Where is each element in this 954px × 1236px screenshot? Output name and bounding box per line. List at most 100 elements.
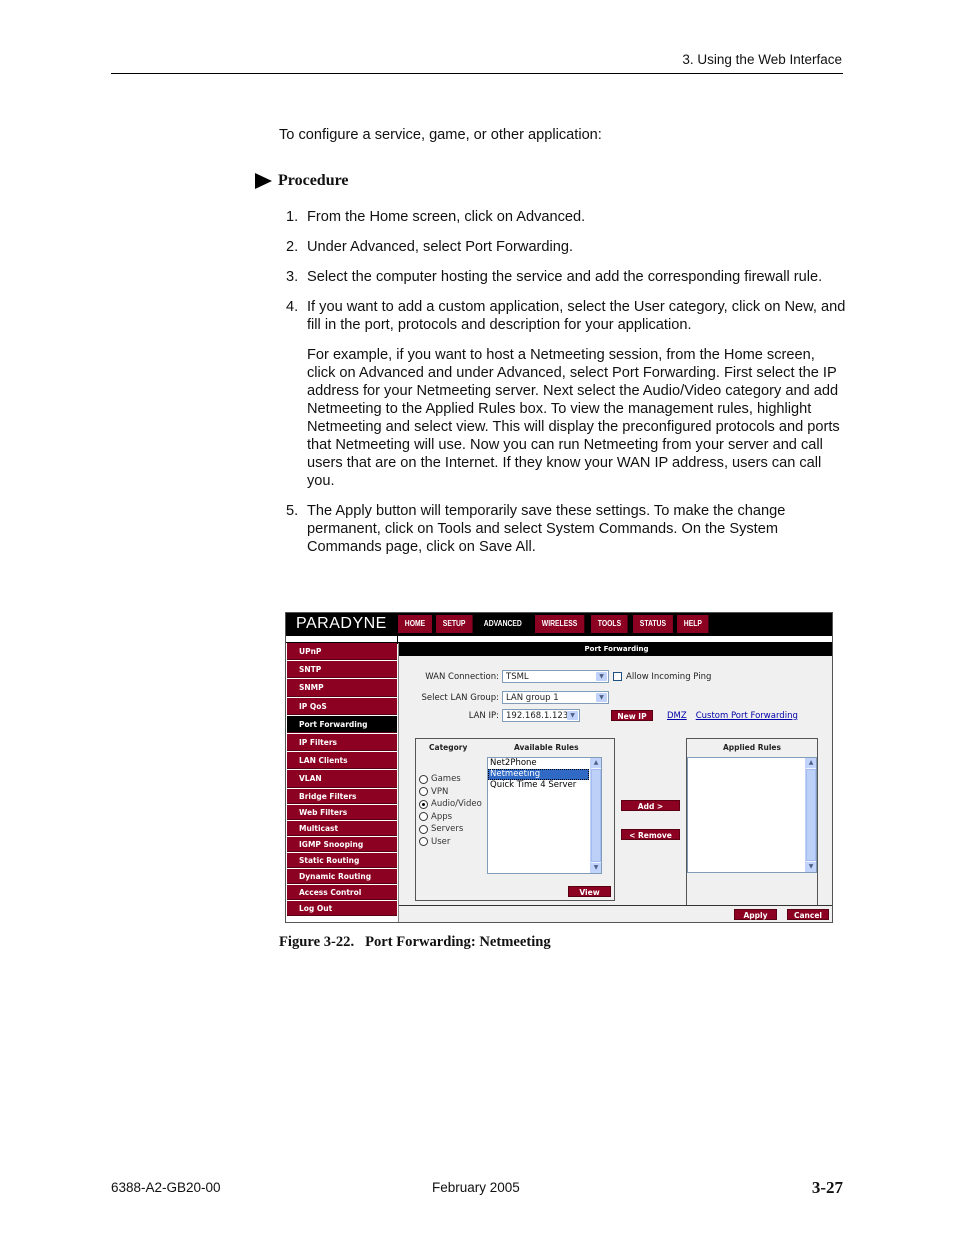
sidebar-item-port-forwarding[interactable]: Port Forwarding <box>287 715 397 734</box>
scroll-up-icon[interactable]: ▲ <box>806 758 816 768</box>
footer-divider <box>399 905 832 906</box>
nav-tabs: HOME SETUP ADVANCED WIRELESS TOOLS STATU… <box>398 615 711 633</box>
sidebar-item-snmp[interactable]: SNMP <box>287 679 397 697</box>
lan-group-label: Select LAN Group: <box>421 692 499 703</box>
procedure-steps: 1. From the Home screen, click on Advanc… <box>286 208 846 568</box>
scroll-thumb[interactable] <box>591 769 601 862</box>
step: 2. Under Advanced, select Port Forwardin… <box>286 238 846 256</box>
apply-button[interactable]: Apply <box>734 909 777 920</box>
lan-group-row: Select LAN Group: LAN group 1 ▼ <box>399 691 609 704</box>
lan-group-select[interactable]: LAN group 1 ▼ <box>502 691 609 704</box>
panel-title: Port Forwarding <box>399 643 832 656</box>
custom-port-forwarding-link[interactable]: Custom Port Forwarding <box>696 711 798 721</box>
step-number: 1. <box>286 209 299 225</box>
tab-tools[interactable]: TOOLS <box>591 615 629 633</box>
wan-connection-select[interactable]: TSML ▼ <box>502 670 609 683</box>
radio-button[interactable] <box>419 787 428 797</box>
step-text: The Apply button will temporarily save t… <box>307 503 786 555</box>
scroll-thumb[interactable] <box>806 769 816 861</box>
category-user[interactable]: User <box>419 836 450 849</box>
tab-wireless[interactable]: WIRELESS <box>535 615 585 633</box>
step-number: 2. <box>286 239 299 255</box>
scroll-down-icon[interactable]: ▼ <box>806 862 816 872</box>
tab-home[interactable]: HOME <box>398 615 432 633</box>
doc-number: 6388-A2-GB20-00 <box>111 1180 221 1195</box>
wan-connection-label: WAN Connection: <box>425 671 499 682</box>
category-servers[interactable]: Servers <box>419 823 463 836</box>
tab-status[interactable]: STATUS <box>632 615 673 633</box>
scroll-down-icon[interactable]: ▼ <box>591 863 601 873</box>
sidebar-item-access-control[interactable]: Access Control <box>287 884 397 901</box>
lan-ip-value: 192.168.1.123 <box>506 710 569 721</box>
dmz-link[interactable]: DMZ <box>667 711 687 721</box>
step-text: From the Home screen, click on Advanced. <box>307 209 586 225</box>
category-games[interactable]: Games <box>419 773 461 786</box>
sidebar-item-log-out[interactable]: Log Out <box>287 901 397 917</box>
port-forwarding-figure: PARADYNE HOME SETUP ADVANCED WIRELESS TO… <box>285 612 833 923</box>
allow-ping-checkbox[interactable] <box>613 672 622 681</box>
category-label: VPN <box>431 786 449 797</box>
rules-panel: Category Available Rules Games VPN Audio… <box>415 738 615 901</box>
sidebar-item-ip-filters[interactable]: IP Filters <box>287 733 397 752</box>
scrollbar[interactable]: ▲ ▼ <box>805 758 816 872</box>
radio-button[interactable] <box>419 824 428 834</box>
sidebar-item-lan-clients[interactable]: LAN Clients <box>287 752 397 770</box>
radio-button-selected[interactable] <box>419 799 428 809</box>
sidebar-item-ip-qos[interactable]: IP QoS <box>287 697 397 715</box>
example-paragraph: For example, if you want to host a Netme… <box>307 347 840 489</box>
sidebar-item-multicast[interactable]: Multicast <box>287 820 397 836</box>
applied-rules-panel: Applied Rules ▲ ▼ <box>686 738 818 906</box>
sidebar-item-vlan[interactable]: VLAN <box>287 770 397 788</box>
sidebar-item-bridge-filters[interactable]: Bridge Filters <box>287 788 397 804</box>
available-rules-list[interactable]: Net2Phone Netmeeting Quick Time 4 Server… <box>487 757 602 874</box>
sidebar-item-igmp-snooping[interactable]: IGMP Snooping <box>287 836 397 852</box>
add-button[interactable]: Add > <box>621 800 680 811</box>
page-number: 3-27 <box>811 1178 843 1197</box>
lan-ip-label: LAN IP: <box>468 710 499 721</box>
step: 4. If you want to add a custom applicati… <box>286 298 846 490</box>
sidebar-item-upnp[interactable]: UPnP <box>287 643 397 661</box>
sidebar-item-web-filters[interactable]: Web Filters <box>287 804 397 820</box>
rule-option[interactable]: Net2Phone <box>488 758 601 769</box>
main-panel: Port Forwarding WAN Connection: TSML ▼ A… <box>398 643 832 922</box>
rule-option[interactable]: Quick Time 4 Server <box>488 780 601 791</box>
view-button[interactable]: View <box>568 886 611 897</box>
cancel-button[interactable]: Cancel <box>787 909 829 920</box>
scrollbar[interactable]: ▲ ▼ <box>590 758 601 873</box>
applied-rules-header: Applied Rules <box>723 743 781 752</box>
category-audio-video[interactable]: Audio/Video <box>419 798 482 811</box>
radio-button[interactable] <box>419 774 428 784</box>
new-ip-button[interactable]: New IP <box>611 710 653 721</box>
top-nav-bar: PARADYNE HOME SETUP ADVANCED WIRELESS TO… <box>286 613 832 636</box>
category-apps[interactable]: Apps <box>419 811 452 824</box>
radio-button[interactable] <box>419 837 428 847</box>
sidebar-item-static-routing[interactable]: Static Routing <box>287 852 397 868</box>
available-rules-header: Available Rules <box>514 743 579 752</box>
category-label: Servers <box>431 824 464 835</box>
lan-ip-select[interactable]: 192.168.1.123 ▼ <box>502 709 580 722</box>
scroll-up-icon[interactable]: ▲ <box>591 758 601 768</box>
wan-connection-value: TSML <box>506 671 529 682</box>
nav-underbar <box>286 636 832 643</box>
paradyne-logo: PARADYNE <box>296 615 387 632</box>
tab-setup[interactable]: SETUP <box>436 615 473 633</box>
wan-connection-row: WAN Connection: TSML ▼ Allow Incoming Pi… <box>399 670 711 683</box>
category-vpn[interactable]: VPN <box>419 786 448 799</box>
tab-advanced[interactable]: ADVANCED <box>476 615 529 633</box>
chevron-down-icon: ▼ <box>596 693 607 702</box>
tab-help[interactable]: HELP <box>677 615 710 633</box>
category-header: Category <box>429 743 468 752</box>
sidebar-item-sntp[interactable]: SNTP <box>287 661 397 679</box>
sidebar-item-dynamic-routing[interactable]: Dynamic Routing <box>287 868 397 885</box>
category-label: Apps <box>431 811 453 822</box>
remove-button[interactable]: < Remove <box>621 829 680 840</box>
rule-option-selected[interactable]: Netmeeting <box>488 769 589 780</box>
sidebar: UPnP SNTP SNMP IP QoS Port Forwarding IP… <box>287 643 397 917</box>
lan-ip-row: LAN IP: 192.168.1.123 ▼ New IP DMZ Custo… <box>399 709 798 722</box>
step: 3. Select the computer hosting the servi… <box>286 268 846 286</box>
step-text: Select the computer hosting the service … <box>307 269 823 285</box>
applied-rules-list[interactable]: ▲ ▼ <box>687 757 817 873</box>
chevron-down-icon: ▼ <box>596 672 607 681</box>
radio-button[interactable] <box>419 812 428 822</box>
step-number: 4. <box>286 299 299 315</box>
